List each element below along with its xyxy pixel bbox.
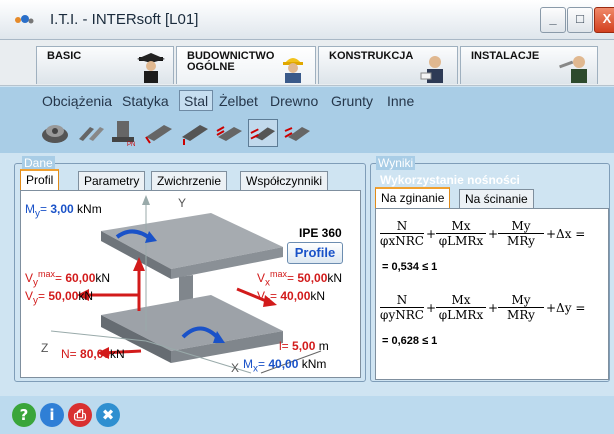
axis-y-label: Y [178,196,187,210]
wyniki-content: NφxNRC + Mx φLMRx + My MRy +Δx = = 0,534 ≤… [375,208,609,380]
term-n-over-phix: NφxNRC [380,219,424,248]
submenu-drewno[interactable]: Drewno [270,93,318,109]
submenu-bar: Obciążenia Statyka Stal Żelbet Drewno Gr… [0,87,614,115]
delta-x: +Δx = [546,227,586,241]
tab-wspolczynniki[interactable]: Współczynniki [240,171,329,191]
profil-content: My= 3,00 kNm Y Vymax= 60,00kN Vy= 50,00k… [20,190,361,378]
builder-icon [283,58,303,83]
module-tab-budownictwo[interactable]: BUDOWNICTWO OGÓLNE [176,46,316,84]
window-title: I.T.I. - INTERsoft [L01] [50,11,199,28]
bolt-connection-icon[interactable] [40,119,70,147]
tools-icon[interactable]: ✖ [96,403,120,427]
beam-load-icon[interactable] [214,119,244,147]
svg-text:PN: PN [127,142,135,147]
beam-joint-icon[interactable] [180,119,210,147]
result-x: = 0,534 ≤ 1 [382,261,438,273]
length-label: l= 5,00 m [279,339,329,353]
module-label: BUDOWNICTWO OGÓLNE [187,50,275,73]
steel-toolbar: PN [0,115,614,153]
module-label: BASIC [47,50,82,62]
module-label: KONSTRUKCJA [329,50,414,62]
profile-button[interactable]: Profile [287,242,343,264]
tab-na-zginanie[interactable]: Na zginanie [375,187,451,209]
submenu-inne[interactable]: Inne [387,93,414,109]
module-tab-konstrukcja[interactable]: KONSTRUKCJA [318,46,458,84]
vymax-label: Vymax= 60,00kN [25,269,111,289]
vy-label: Vy= 50,00kN [25,289,94,307]
maximize-button[interactable]: □ [567,7,593,33]
term-n-over-phiy: NφyNRC [380,293,424,322]
term-mx-over-phil: Mx φLMRx [436,219,486,248]
submenu-obciazenia[interactable]: Obciążenia [42,93,112,109]
vx-label: Vx= 40,00kN [257,289,326,307]
module-label: INSTALACJE [471,50,540,62]
submenu-stal[interactable]: Stal [179,90,214,111]
n-label: N= 80,00kN [61,347,125,361]
beam-shear-icon[interactable] [282,119,312,147]
help-icon[interactable]: ? [12,403,36,427]
tab-profil[interactable]: Profil [20,169,60,191]
delta-y: +Δy = [546,301,586,315]
column-base-icon[interactable]: PN [108,119,138,147]
steel-beam-joint-icon[interactable] [76,119,106,147]
close-button[interactable]: X [594,7,614,33]
dane-tabs: Profil Parametry Zwichrzenie Współczynni… [20,169,361,191]
module-tabs: BASIC BUDOWNICTWO OGÓLNE KONSTRUKCJA INST… [0,40,614,86]
bottom-bar: ? i ⎙ ✖ [0,396,614,434]
minimize-button[interactable]: _ [540,7,566,33]
submenu-statyka[interactable]: Statyka [122,93,169,109]
app-icon [15,15,34,24]
axis-z-label: Z [41,341,49,355]
result-y: = 0,628 ≤ 1 [382,335,438,347]
tab-na-scinanie[interactable]: Na ścinanie [459,189,534,209]
term-my-over-mry: My MRy [498,219,544,248]
tab-zwichrzenie[interactable]: Zwichrzenie [151,171,228,191]
submenu-grunty[interactable]: Grunty [331,93,373,109]
module-tab-basic[interactable]: BASIC [36,46,174,84]
axis-x-label: X [231,361,240,375]
term-mx-over-phil: Mx φLMRx [436,293,486,322]
graduate-icon [137,53,165,83]
beam-icon[interactable] [144,119,174,147]
wrench-person-icon [559,56,587,83]
beam-bending-icon[interactable] [248,119,278,147]
title-bar: I.T.I. - INTERsoft [L01] _ □ X [0,0,614,40]
wyniki-tabs: Na zginanie Na ścinanie [375,187,609,209]
submenu-zelbet[interactable]: Żelbet [219,93,258,109]
print-icon[interactable]: ⎙ [68,403,92,427]
module-tab-instalacje[interactable]: INSTALACJE [460,46,598,84]
profile-name: IPE 360 [299,226,342,240]
wyniki-title: Wykorzystanie nośności [380,173,520,187]
engineer-icon [420,56,443,83]
info-icon[interactable]: i [40,403,64,427]
term-my-over-mry: My MRy [498,293,544,322]
dane-legend: Dane [22,156,55,170]
vxmax-label: Vxmax= 50,00kN [257,269,343,289]
my-label: My= 3,00 kNm [25,202,102,220]
wyniki-legend: Wyniki [376,156,416,170]
tab-parametry[interactable]: Parametry [78,171,146,191]
mx-label: Mx= 40,00 kNm [243,357,327,375]
